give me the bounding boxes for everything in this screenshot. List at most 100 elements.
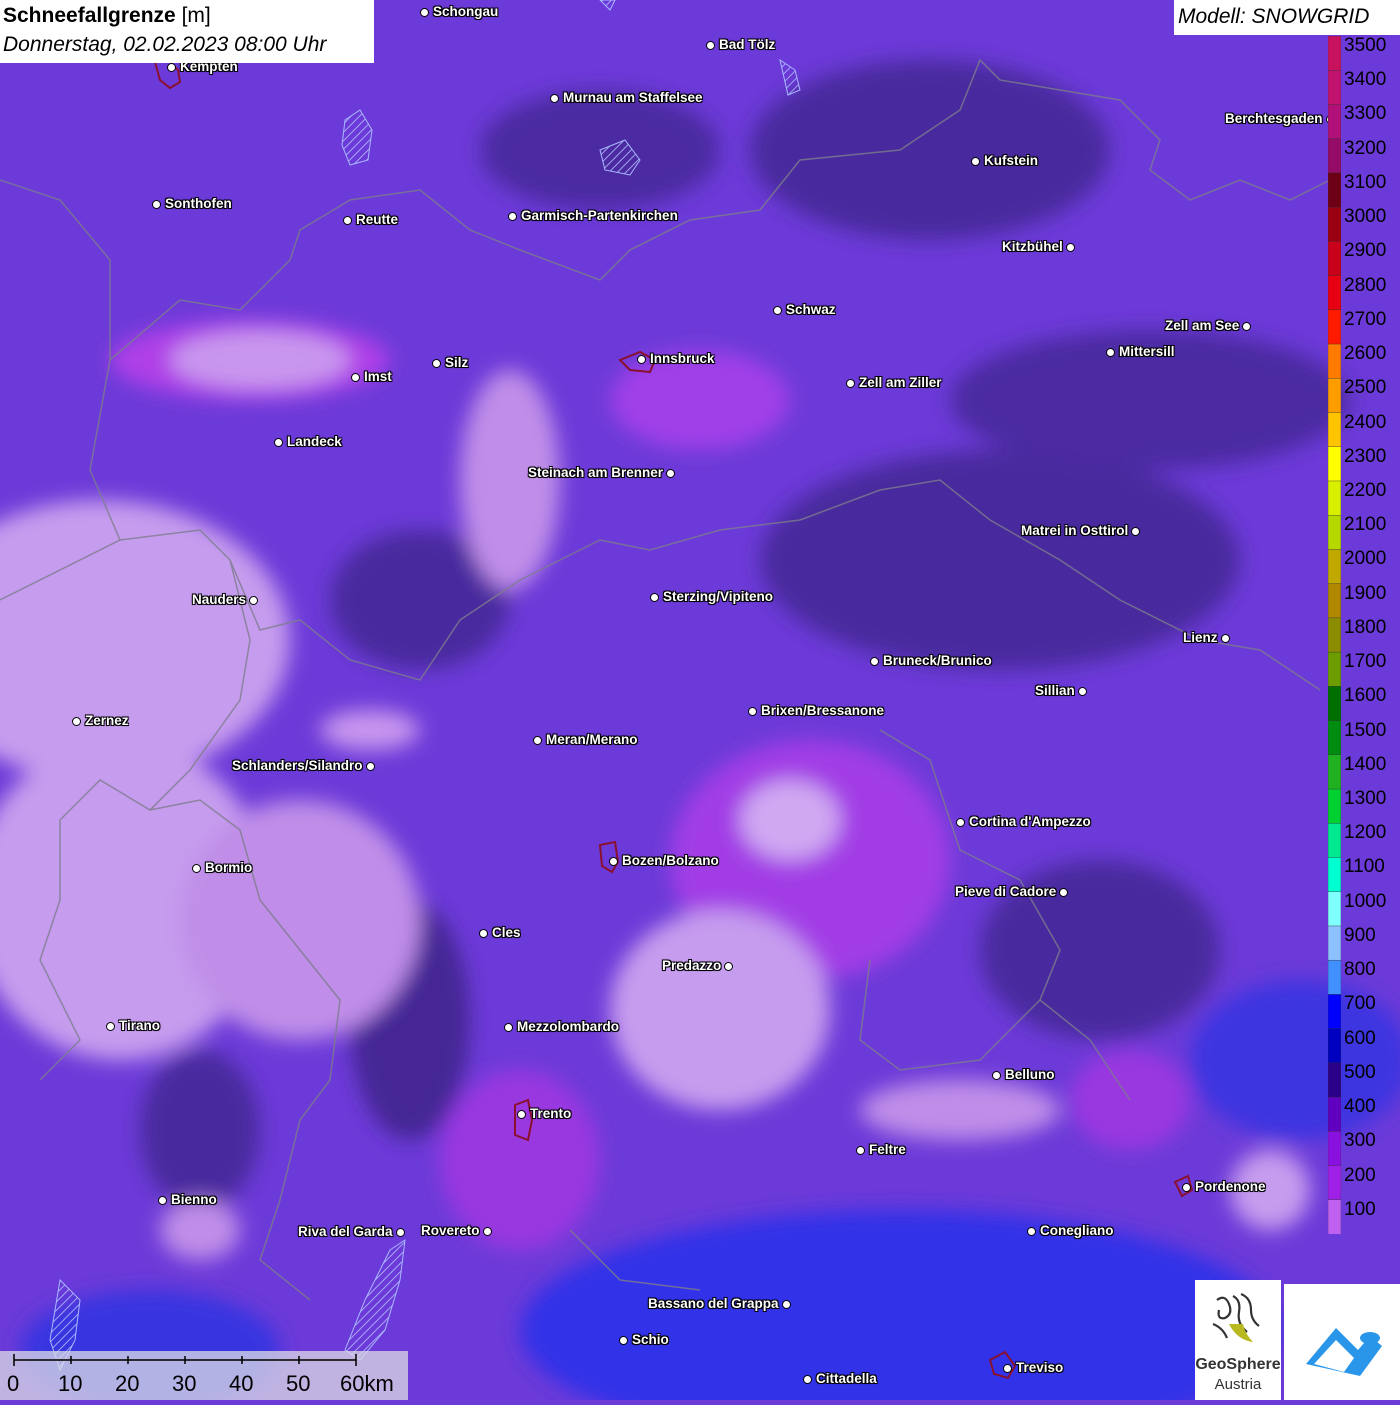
city-marker	[782, 1300, 791, 1309]
legend-swatch	[1328, 206, 1341, 243]
city-marker	[1003, 1364, 1012, 1373]
city-label: Predazzo	[662, 958, 722, 973]
legend-label: 600	[1344, 1027, 1376, 1049]
city-label: Silz	[445, 355, 469, 370]
parameter-unit: [m]	[181, 4, 211, 27]
legend-swatch	[1328, 549, 1341, 585]
city-label: Treviso	[1016, 1360, 1064, 1375]
city-label: Schongau	[433, 4, 499, 19]
legend-swatch	[1328, 583, 1341, 619]
city-marker	[773, 306, 782, 315]
city-label: Cortina d'Ampezzo	[969, 814, 1091, 829]
legend-label: 100	[1344, 1198, 1376, 1220]
legend-label: 3500	[1344, 35, 1387, 56]
legend-label: 2500	[1344, 377, 1387, 399]
legend-swatch	[1328, 720, 1341, 756]
legend-swatch	[1328, 241, 1341, 277]
legend-label: 400	[1344, 1096, 1376, 1118]
city-marker	[650, 593, 659, 602]
city-label: Landeck	[287, 434, 342, 449]
city-label: Sonthofen	[165, 196, 232, 211]
city-marker	[274, 438, 283, 447]
city-label: Zell am Ziller	[859, 375, 942, 390]
city-marker	[1242, 322, 1251, 331]
city-label: Rovereto	[421, 1223, 480, 1238]
city-label: Bienno	[171, 1192, 217, 1207]
city-label: Mittersill	[1119, 344, 1175, 359]
city-marker	[803, 1375, 812, 1384]
city-marker	[666, 469, 675, 478]
geosphere-name: GeoSphere	[1195, 1356, 1281, 1373]
color-legend: 3500 3400 3300 3200 3100 3000 2900 2800 2700 2600…	[1328, 36, 1400, 1234]
legend-label: 3300	[1344, 103, 1387, 125]
city-marker	[706, 41, 715, 50]
legend-swatch	[1328, 651, 1341, 688]
city-label: Sterzing/Vipiteno	[663, 589, 774, 604]
geosphere-logo[interactable]: GeoSphere Austria	[1195, 1280, 1281, 1400]
city-marker	[619, 1336, 628, 1345]
legend-swatch	[1328, 446, 1341, 482]
legend-swatch	[1328, 343, 1341, 379]
city-marker	[846, 379, 855, 388]
legend-swatch	[1328, 1062, 1341, 1098]
legend-label: 2200	[1344, 479, 1387, 501]
parameter-name: Schneefallgrenze	[3, 4, 176, 27]
city-label: Schio	[632, 1332, 669, 1347]
app-logo[interactable]	[1284, 1284, 1400, 1400]
legend-swatch	[1328, 754, 1341, 790]
legend-swatch	[1328, 1199, 1341, 1234]
city-label: Matrei in Osttirol	[1021, 523, 1129, 538]
city-label: Schwaz	[786, 302, 836, 317]
city-marker	[956, 818, 965, 827]
city-marker	[366, 762, 375, 771]
city-marker	[1066, 243, 1075, 252]
legend-swatch	[1328, 104, 1341, 140]
legend-label: 900	[1344, 924, 1376, 946]
city-marker	[992, 1071, 1001, 1080]
city-marker	[508, 212, 517, 221]
city-label: Cittadella	[816, 1371, 877, 1386]
legend-color-bar	[1328, 36, 1341, 1234]
city-marker	[192, 864, 201, 873]
city-marker	[533, 736, 542, 745]
city-label: Riva del Garda	[298, 1224, 393, 1239]
city-marker	[483, 1227, 492, 1236]
city-label: Berchtesgaden	[1225, 111, 1323, 126]
legend-label: 1100	[1344, 856, 1385, 878]
city-marker	[609, 857, 618, 866]
city-marker	[420, 8, 429, 17]
city-label: Steinach am Brenner	[528, 465, 664, 480]
legend-swatch	[1328, 480, 1341, 516]
legend-label: 2100	[1344, 514, 1387, 536]
legend-swatch	[1328, 172, 1341, 208]
legend-label: 3000	[1344, 206, 1387, 228]
city-label: Mezzolombardo	[517, 1019, 620, 1034]
legend-swatch	[1328, 994, 1341, 1030]
city-label: Bad Tölz	[719, 37, 776, 52]
city-marker	[504, 1023, 513, 1032]
city-label: Kitzbühel	[1002, 239, 1063, 254]
city-label: Innsbruck	[650, 351, 715, 366]
city-label: Kufstein	[984, 153, 1038, 168]
city-marker	[72, 717, 81, 726]
legend-label: 2700	[1344, 308, 1387, 330]
city-marker	[1131, 527, 1140, 536]
legend-label: 1300	[1344, 788, 1387, 810]
city-label: Sillian	[1035, 683, 1075, 698]
legend-label: 1600	[1344, 685, 1387, 707]
legend-swatch	[1328, 70, 1341, 106]
legend-swatch	[1328, 309, 1341, 345]
city-label: Zell am See	[1165, 318, 1240, 333]
city-marker	[432, 359, 441, 368]
geosphere-country: Austria	[1214, 1376, 1262, 1393]
legend-swatch	[1328, 686, 1341, 722]
city-marker	[152, 200, 161, 209]
city-label: Conegliano	[1040, 1223, 1114, 1238]
city-marker	[1027, 1227, 1036, 1236]
city-marker	[550, 94, 559, 103]
legend-swatch	[1328, 275, 1341, 311]
legend-swatch	[1328, 1096, 1341, 1133]
legend-label: 500	[1344, 1061, 1376, 1083]
legend-label: 1900	[1344, 582, 1387, 604]
legend-label: 2900	[1344, 240, 1387, 262]
